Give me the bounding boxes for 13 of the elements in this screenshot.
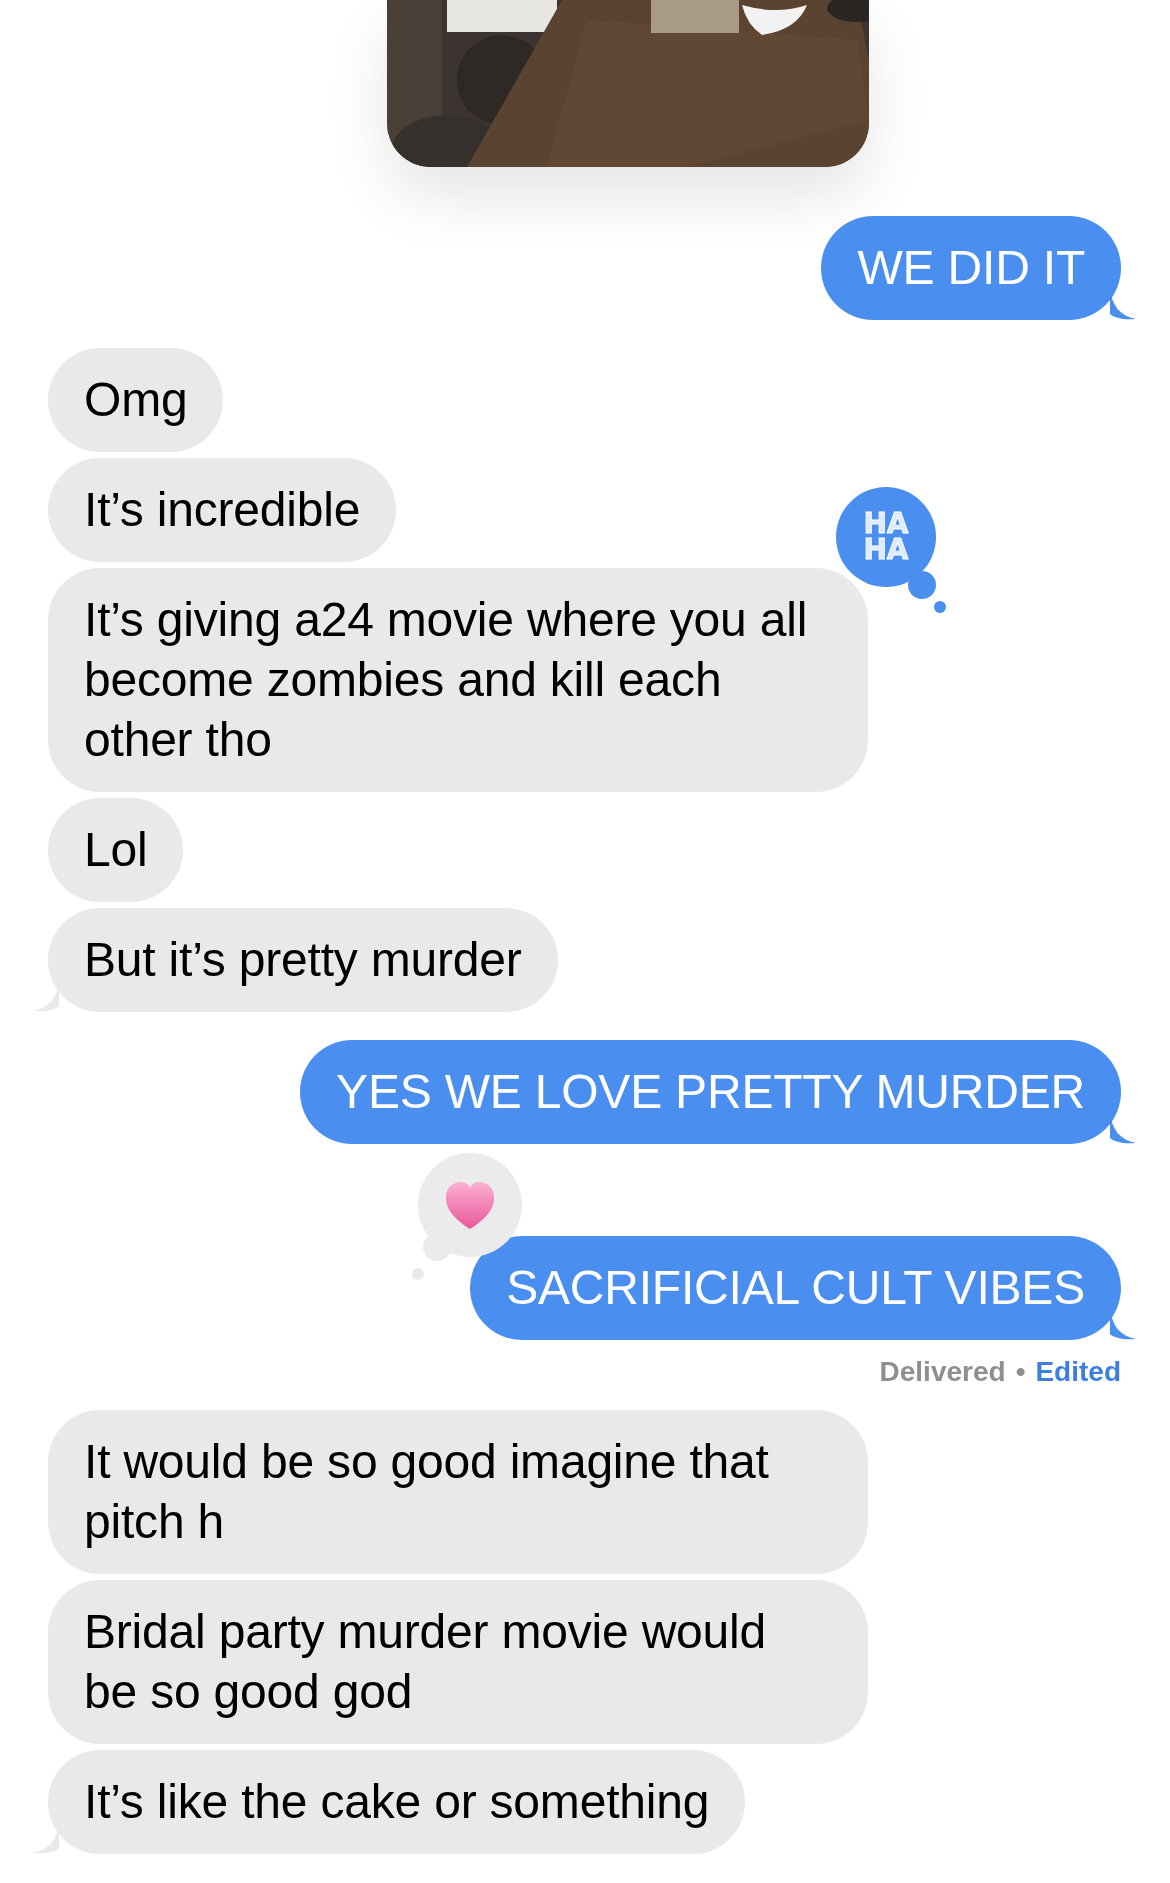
message-bubble[interactable]: Lol — [48, 798, 184, 902]
message-bubble[interactable]: It’s giving a24 movie where you all become zombies and kill each other tho — [48, 568, 868, 792]
message-bubble[interactable]: It’s like the cake or something — [48, 1750, 746, 1854]
message-bubble[interactable]: Omg — [48, 348, 224, 452]
message-bubble[interactable]: It’s incredible — [48, 458, 397, 562]
message-bubble[interactable]: It would be so good imagine that pitch h — [48, 1410, 868, 1574]
reaction-text: HA — [863, 533, 909, 566]
delivered-status: Delivered — [879, 1355, 1006, 1389]
separator-dot: • — [1015, 1355, 1026, 1389]
message-bubble[interactable]: But it’s pretty murder — [48, 908, 558, 1012]
edited-link[interactable]: Edited — [1035, 1354, 1121, 1390]
message-bubble[interactable]: Bridal party murder movie would be so good god — [48, 1580, 868, 1744]
thought-dots — [908, 571, 946, 613]
